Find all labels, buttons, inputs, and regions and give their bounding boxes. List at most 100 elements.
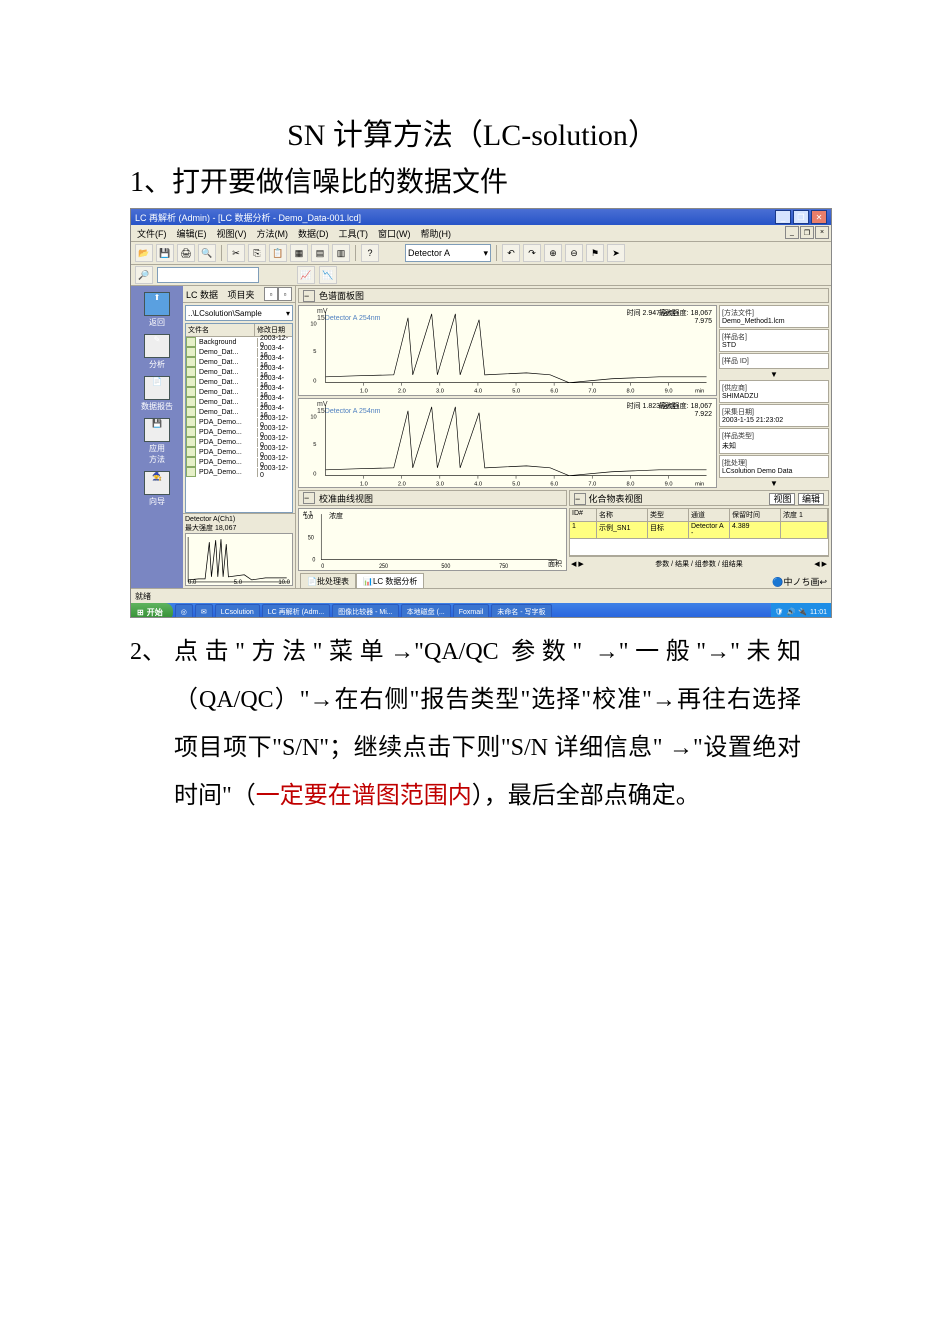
menu-item[interactable]: 工具(T) [339, 227, 369, 240]
minimize-button[interactable]: _ [775, 210, 791, 224]
taskbar-item[interactable]: 未命名 - 写字板 [491, 604, 551, 618]
analyze-icon: ✎ [144, 334, 170, 358]
undo-icon[interactable]: ↶ [502, 244, 520, 262]
table-toggle-icon[interactable]: − [574, 493, 586, 505]
tray-icon[interactable]: 🛡 [775, 608, 784, 616]
zoom-out-icon[interactable]: ⊖ [565, 244, 583, 262]
main-toolbar: 📂 💾 🖨 🔍 ✂ ⎘ 📋 ▦ ▤ ▥ ? Detector A▾ ↶ ↷ ⊕ … [131, 242, 831, 265]
mdi-minimize-button[interactable]: _ [785, 226, 799, 239]
start-button[interactable]: ⊞ 开始 [131, 603, 173, 618]
explorer-view-icon[interactable]: ▫ [264, 287, 278, 301]
tab-batch[interactable]: 📄 批处理表 [300, 573, 356, 588]
doc-title: SN 计算方法（LC-solution） [130, 110, 815, 154]
chart-tool2-icon[interactable]: 📉 [319, 266, 337, 284]
compound-table-row[interactable]: 1 示例_SN1 目标 Detector A - 4.389 [569, 522, 829, 539]
step-2-text: 2、 点击"方法"菜单→"QA/QC 参数" →"一般"→"未知（QA/QC）"… [130, 628, 815, 820]
flag-icon[interactable]: ⚑ [586, 244, 604, 262]
quick-launch-icon[interactable]: ◎ [175, 604, 193, 618]
chromatogram-1[interactable]: mV15Detector A 254nm 时间 2.947 强度 最大强度: 1… [298, 305, 717, 396]
menu-item[interactable]: 数据(D) [298, 227, 329, 240]
quick-launch-icon[interactable]: ✉ [195, 604, 213, 618]
table-pane-title: 化合物表视图 [589, 494, 643, 504]
taskbar-item[interactable]: 图像比较器 - Mi... [332, 604, 398, 618]
search-icon[interactable]: 🔎 [135, 266, 153, 284]
explorer-view2-icon[interactable]: ▫ [278, 287, 292, 301]
report-icon: 📄 [144, 376, 170, 400]
nav-report[interactable]: 📄 数据报告 [135, 376, 179, 412]
col-filename[interactable]: 文件名 [186, 324, 255, 336]
pane-toggle-icon[interactable]: − [303, 290, 315, 302]
calibration-chart[interactable]: 100 50 0 0 250 500 750 面积 浓度 # 1 [298, 508, 567, 571]
close-button[interactable]: ✕ [811, 210, 827, 224]
search-input[interactable] [157, 267, 259, 283]
menu-item[interactable]: 帮助(H) [421, 227, 452, 240]
arrow-icon[interactable]: ➤ [607, 244, 625, 262]
svg-text:9.0: 9.0 [665, 389, 673, 395]
menu-item[interactable]: 方法(M) [257, 227, 289, 240]
calib-xlabel: 面积 [548, 559, 562, 569]
explorer-tab2[interactable]: 项目夹 [228, 288, 255, 301]
chromatogram-2[interactable]: mV15Detector A 254nm 时间 1.823 强度 最大强度: 1… [298, 398, 717, 489]
cut-icon[interactable]: ✂ [227, 244, 245, 262]
chrom-pane-title: 色谱面板图 [319, 289, 364, 302]
tray-icon[interactable]: 🔌 [798, 608, 807, 616]
chart-tool-icon[interactable]: 📈 [297, 266, 315, 284]
apply-method-icon: 💾 [144, 418, 170, 442]
menu-item[interactable]: 窗口(W) [378, 227, 411, 240]
menu-item[interactable]: 文件(F) [137, 227, 167, 240]
view-button[interactable]: 视图 [769, 493, 795, 505]
nav-back[interactable]: ⬆ 返回 [135, 292, 179, 328]
svg-text:750: 750 [499, 564, 508, 570]
svg-text:7.0: 7.0 [588, 481, 596, 487]
help-icon[interactable]: ? [361, 244, 379, 262]
secondary-toolbar: 🔎 📈 📉 [131, 265, 831, 286]
nav-wizard[interactable]: 🧙 向导 [135, 471, 179, 507]
result-subtabs[interactable]: 参数 / 结果 / 组参数 / 组结果 [655, 559, 743, 569]
grid-icon[interactable]: ▥ [332, 244, 350, 262]
taskbar-item[interactable]: Foxmail [453, 604, 490, 618]
svg-text:3.0: 3.0 [436, 389, 444, 395]
calib-toggle-icon[interactable]: − [303, 492, 315, 504]
mdi-restore-button[interactable]: ❐ [800, 226, 814, 239]
wizard-icon: 🧙 [144, 471, 170, 495]
file-row[interactable]: PDA_Demo...2003-12-0 [186, 467, 292, 477]
svg-text:0: 0 [313, 471, 316, 477]
ime-tray[interactable]: 🔵中ノち画↩ [772, 575, 827, 588]
redo-icon[interactable]: ↷ [523, 244, 541, 262]
preview-icon[interactable]: 🔍 [198, 244, 216, 262]
explorer-tab-label[interactable]: LC 数据 [186, 288, 218, 301]
print-icon[interactable]: 🖨 [177, 244, 195, 262]
layout-icon[interactable]: ▤ [311, 244, 329, 262]
path-field[interactable]: ..\LCsolution\Sample▾ [185, 305, 293, 321]
tray-icon[interactable]: 🔊 [787, 608, 796, 616]
tab-lc-analysis[interactable]: 📊 LC 数据分析 [356, 573, 424, 588]
edit-button[interactable]: 编辑 [798, 493, 824, 505]
svg-text:4.0: 4.0 [474, 389, 482, 395]
nav-analyze[interactable]: ✎ 分析 [135, 334, 179, 370]
maximize-button[interactable]: ❐ [793, 210, 809, 224]
svg-text:5: 5 [313, 442, 316, 448]
windows-logo-icon: ⊞ [137, 608, 144, 617]
save-icon[interactable]: 💾 [156, 244, 174, 262]
mdi-close-button[interactable]: × [815, 226, 829, 239]
paste-icon[interactable]: 📋 [269, 244, 287, 262]
menu-item[interactable]: 视图(V) [217, 227, 247, 240]
system-tray[interactable]: 🛡 🔊 🔌 11:01 [771, 603, 831, 618]
menu-item[interactable]: 编辑(E) [177, 227, 207, 240]
svg-text:7.0: 7.0 [588, 389, 596, 395]
file-list[interactable]: 文件名 修改日期 Background2003-12-0Demo_Dat...2… [185, 323, 293, 513]
app-screenshot: LC 再解析 (Admin) - [LC 数据分析 - Demo_Data-00… [130, 208, 832, 618]
table-icon[interactable]: ▦ [290, 244, 308, 262]
taskbar-item[interactable]: LCsolution [215, 604, 260, 618]
svg-text:1.0: 1.0 [360, 389, 368, 395]
zoom-in-icon[interactable]: ⊕ [544, 244, 562, 262]
taskbar-item[interactable]: LC 再解析 (Adm... [262, 604, 330, 618]
open-icon[interactable]: 📂 [135, 244, 153, 262]
nav-apply[interactable]: 💾 应用 方法 [135, 418, 179, 465]
calib-pane-title: 校准曲线视图 [319, 492, 373, 505]
taskbar-item[interactable]: 本地磁盘 (... [401, 604, 451, 618]
svg-text:min: min [695, 481, 704, 487]
windows-taskbar: ⊞ 开始 ◎ ✉ LCsolution LC 再解析 (Adm... 图像比较器… [131, 603, 831, 618]
copy-icon[interactable]: ⎘ [248, 244, 266, 262]
detector-select[interactable]: Detector A▾ [405, 244, 491, 262]
